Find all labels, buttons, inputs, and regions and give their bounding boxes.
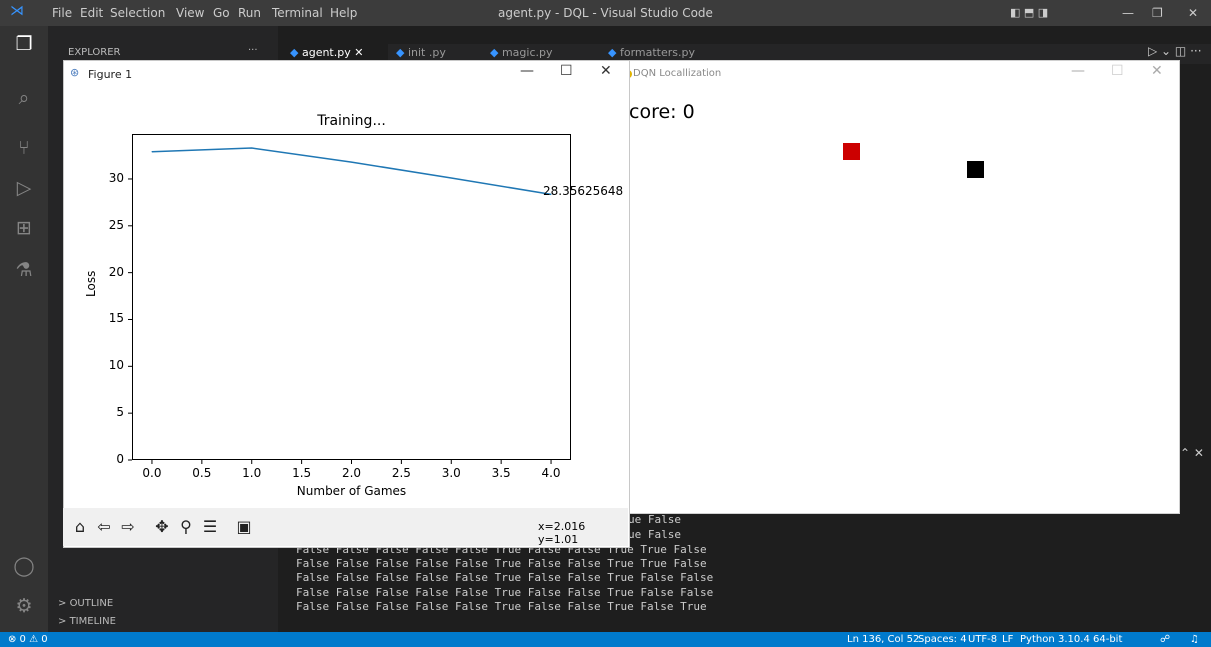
line-chart — [128, 147, 552, 464]
zoom-icon[interactable]: ⚲ — [175, 516, 197, 538]
pan-icon[interactable]: ✥ — [151, 516, 173, 538]
status-indentation[interactable]: Spaces: 4 — [918, 632, 967, 647]
loss-data-point — [351, 161, 352, 163]
forward-icon[interactable]: ⇨ — [117, 516, 139, 538]
x-tick-label: 3.0 — [441, 466, 461, 480]
figure-toolbar: ⌂ ⇦ ⇨ ✥ ⚲ ☰ ▣ x=2.016 y=1.01 — [63, 508, 628, 546]
x-tick-label: 2.0 — [341, 466, 362, 480]
x-tick-label: 1.5 — [292, 466, 312, 480]
y-tick-label: 25 — [108, 217, 124, 232]
y-tick-label: 15 — [108, 311, 124, 326]
y-tick-label: 5 — [116, 405, 124, 420]
feedback-icon[interactable]: ☍ — [1160, 632, 1170, 647]
coords-readout: x=2.016 y=1.01 — [538, 520, 586, 546]
home-icon[interactable]: ⌂ — [69, 516, 91, 538]
save-icon[interactable]: ▣ — [233, 516, 255, 538]
x-tick-label: 1.0 — [242, 466, 262, 480]
x-tick-label: 4.0 — [541, 466, 561, 480]
status-bar: ⊗ 0 ⚠ 0 Ln 136, Col 52 Spaces: 4 UTF-8 L… — [0, 632, 1211, 647]
problems-indicator[interactable]: ⊗ 0 ⚠ 0 — [8, 632, 48, 647]
status-cursor-position[interactable]: Ln 136, Col 52 — [847, 632, 919, 647]
y-tick-label: 10 — [108, 358, 124, 373]
x-tick-label: 0.5 — [192, 466, 212, 480]
back-icon[interactable]: ⇦ — [93, 516, 115, 538]
x-tick-label: 2.5 — [391, 466, 411, 480]
status-eol[interactable]: LF — [1002, 632, 1013, 647]
status-interpreter[interactable]: 3.10.4 64-bit — [1058, 632, 1122, 647]
end-value-label: 28.35625648 — [543, 184, 624, 199]
loss-data-point — [151, 151, 153, 153]
loss-data-point — [251, 147, 253, 149]
x-tick-label: 0.0 — [142, 466, 162, 480]
status-encoding[interactable]: UTF-8 — [968, 632, 997, 647]
loss-data-point — [450, 177, 452, 179]
x-axis-label: Number of Games — [296, 484, 407, 498]
configure-icon[interactable]: ☰ — [199, 516, 221, 538]
y-tick-label: 0 — [116, 452, 124, 466]
notifications-bell-icon[interactable]: ♫ — [1190, 632, 1199, 647]
x-tick-label: 3.5 — [491, 466, 511, 480]
y-tick-label: 20 — [108, 264, 124, 279]
status-language[interactable]: Python — [1020, 632, 1055, 647]
y-tick-label: 30 — [108, 170, 124, 185]
loss-series-line — [151, 147, 552, 196]
